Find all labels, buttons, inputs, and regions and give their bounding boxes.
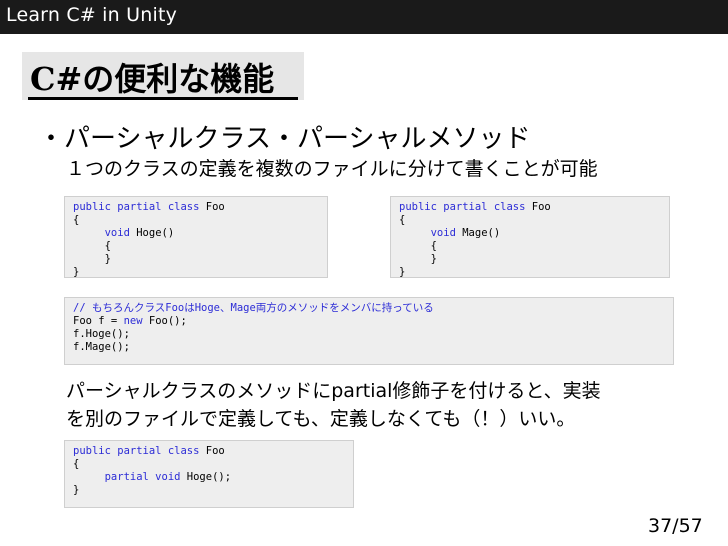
code-line: } — [430, 253, 437, 265]
code-line: public partial class Foo — [73, 201, 225, 213]
code-line: { — [73, 458, 80, 470]
code-line: { — [399, 214, 406, 226]
description-partial-method: パーシャルクラスのメソッドにpartial修飾子を付けると、実装 を別のファイルで… — [66, 377, 601, 433]
slide-title-underline — [28, 97, 298, 100]
code-line: f.Hoge(); — [73, 328, 130, 340]
bullet-heading: ・パーシャルクラス・パーシャルメソッド — [38, 124, 531, 154]
slide-title: C#の便利な機能 — [30, 60, 275, 98]
page-number: 37/57 — [648, 515, 703, 537]
code-line: Foo f = new Foo(); — [73, 315, 187, 327]
code-block-foo-hoge: public partial class Foo{ void Hoge() { … — [64, 196, 328, 278]
header-title: Learn C# in Unity — [6, 4, 178, 26]
code-line: void Hoge() — [104, 227, 175, 239]
code-block-usage: // もちろんクラスFooはHoge、Mage両方のメソッドをメンバに持っている… — [64, 297, 674, 365]
code-line: public partial class Foo — [73, 445, 225, 457]
header-bar: Learn C# in Unity — [0, 0, 728, 34]
code-line: { — [73, 214, 80, 226]
code-line: } — [399, 266, 406, 278]
code-line: } — [104, 253, 111, 265]
code-line: } — [73, 266, 80, 278]
code-line: f.Mage(); — [73, 341, 130, 353]
code-block-partial-method: public partial class Foo{ partial void H… — [64, 440, 354, 508]
code-line: partial void Hoge(); — [104, 471, 232, 483]
code-line: { — [104, 240, 111, 252]
code-line: } — [73, 484, 80, 496]
description-line: パーシャルクラスのメソッドにpartial修飾子を付けると、実装 — [66, 380, 601, 402]
description-partial-class: １つのクラスの定義を複数のファイルに分けて書くことが可能 — [66, 158, 598, 180]
code-comment: // もちろんクラスFooはHoge、Mage両方のメソッドをメンバに持っている — [73, 302, 434, 314]
code-line: { — [430, 240, 437, 252]
code-block-foo-mage: public partial class Foo{ void Mage() { … — [390, 196, 670, 278]
code-line: void Mage() — [430, 227, 501, 239]
description-line: を別のファイルで定義しても、定義しなくても（！）いい。 — [66, 408, 576, 430]
code-line: public partial class Foo — [399, 201, 551, 213]
